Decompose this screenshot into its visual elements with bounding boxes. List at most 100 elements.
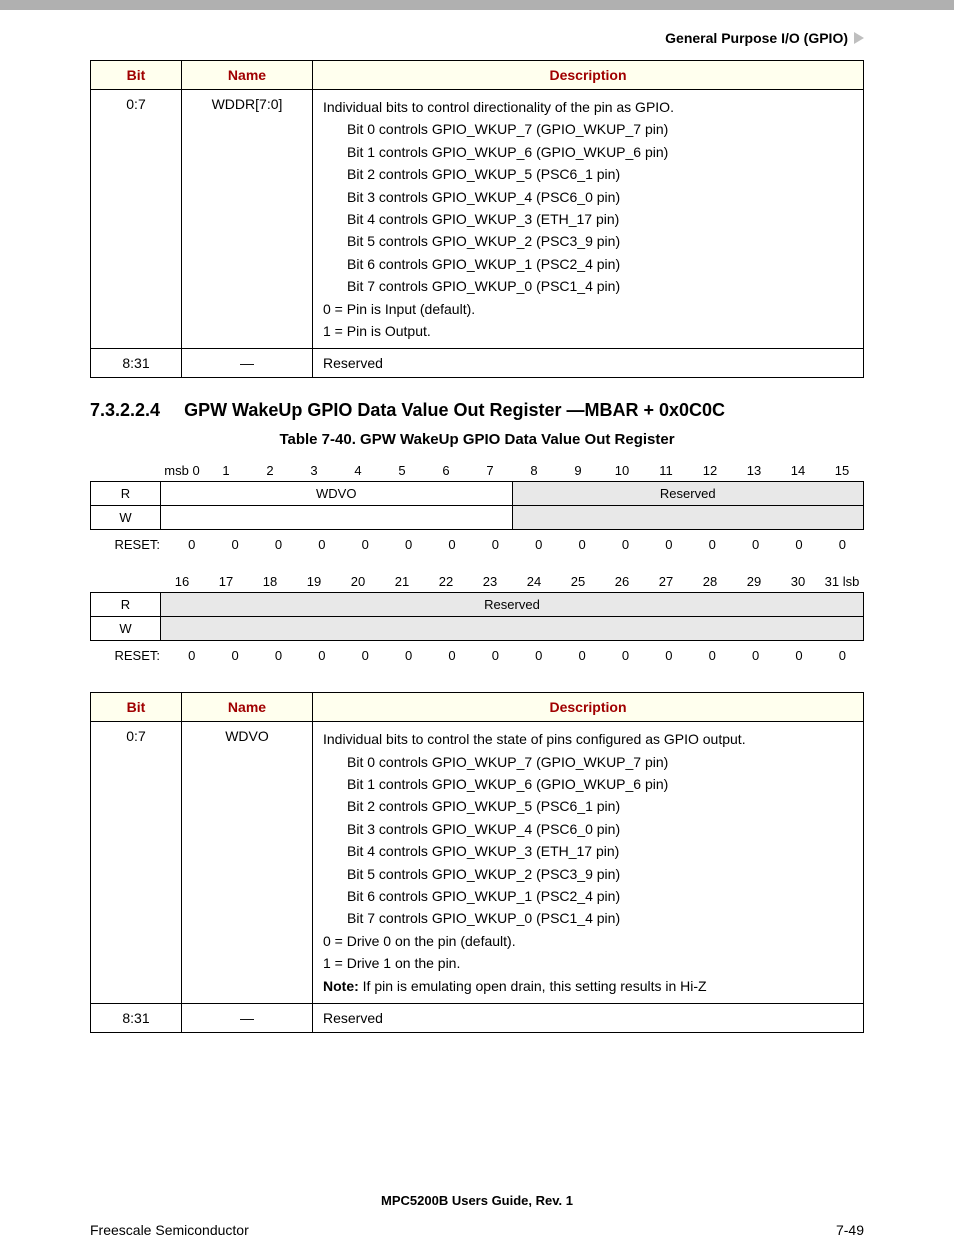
reset-value: 0 [474, 645, 517, 666]
reset-value: 0 [257, 645, 300, 666]
bit-number: 2 [248, 460, 292, 481]
reset-value: 0 [560, 645, 603, 666]
bit-line: Bit 6 controls GPIO_WKUP_1 (PSC2_4 pin) [347, 885, 853, 907]
field-description: Individual bits to control the state of … [313, 722, 864, 1004]
chapter-title: General Purpose I/O (GPIO) [665, 30, 848, 46]
col-bit: Bit [91, 693, 182, 722]
reset-value: 0 [517, 645, 560, 666]
reset-value: 0 [691, 645, 734, 666]
reset-value: 0 [344, 645, 387, 666]
bit-number-row-hi: msb 0123456789101112131415 [90, 460, 864, 481]
bit-number: 23 [468, 571, 512, 592]
bit-number: 28 [688, 571, 732, 592]
rw-box-hi: R W WDVOReserved [90, 481, 864, 530]
bit-number: 13 [732, 460, 776, 481]
bit-number: 10 [600, 460, 644, 481]
bit-number: 9 [556, 460, 600, 481]
note-label: Note: [323, 978, 359, 994]
reset-value: 0 [170, 645, 213, 666]
col-description: Description [313, 693, 864, 722]
reset-value: 0 [387, 645, 430, 666]
value-meaning: 0 = Pin is Input (default). [323, 298, 853, 320]
reset-value: 0 [734, 645, 777, 666]
top-accent-bar [0, 0, 954, 10]
bit-line: Bit 7 controls GPIO_WKUP_0 (PSC1_4 pin) [347, 275, 853, 297]
field-description: Reserved [313, 1003, 864, 1032]
bit-number: 30 [776, 571, 820, 592]
register-field: WDVO [161, 482, 512, 505]
bit-number: 8 [512, 460, 556, 481]
reset-value: 0 [821, 645, 864, 666]
bit-number: 19 [292, 571, 336, 592]
bit-line: Bit 0 controls GPIO_WKUP_7 (GPIO_WKUP_7 … [347, 118, 853, 140]
bit-line: Bit 5 controls GPIO_WKUP_2 (PSC3_9 pin) [347, 863, 853, 885]
reset-value: 0 [604, 645, 647, 666]
bit-number: 31 lsb [820, 571, 864, 592]
reserved-field: Reserved [161, 593, 863, 616]
table-caption: Table 7-40. GPW WakeUp GPIO Data Value O… [90, 431, 864, 448]
bit-number: 4 [336, 460, 380, 481]
field-name: — [182, 1003, 313, 1032]
reset-value: 0 [777, 534, 820, 555]
bit-line: Bit 7 controls GPIO_WKUP_0 (PSC1_4 pin) [347, 907, 853, 929]
reset-value: 0 [300, 534, 343, 555]
bit-line: Bit 3 controls GPIO_WKUP_4 (PSC6_0 pin) [347, 186, 853, 208]
bit-number: 27 [644, 571, 688, 592]
bit-number: 18 [248, 571, 292, 592]
field-description: Individual bits to control directionalit… [313, 90, 864, 349]
reset-row-hi: RESET: 0000000000000000 [90, 534, 864, 555]
reserved-field: Reserved [512, 482, 864, 505]
table-row: 8:31 — Reserved [91, 349, 864, 378]
field-name: — [182, 349, 313, 378]
bit-number: 25 [556, 571, 600, 592]
bit-number: 15 [820, 460, 864, 481]
bit-number: 29 [732, 571, 776, 592]
reset-value: 0 [344, 534, 387, 555]
bit-line: Bit 2 controls GPIO_WKUP_5 (PSC6_1 pin) [347, 163, 853, 185]
reset-value: 0 [430, 645, 473, 666]
bit-line: Bit 1 controls GPIO_WKUP_6 (GPIO_WKUP_6 … [347, 773, 853, 795]
reset-value: 0 [213, 534, 256, 555]
reserved-field [161, 617, 863, 640]
section-number: 7.3.2.2.4 [90, 400, 160, 420]
section-heading: 7.3.2.2.4 GPW WakeUp GPIO Data Value Out … [90, 400, 864, 421]
bit-number: 21 [380, 571, 424, 592]
table-row: 0:7 WDDR[7:0] Individual bits to control… [91, 90, 864, 349]
reset-value: 0 [474, 534, 517, 555]
field-description: Reserved [313, 349, 864, 378]
table-header-row: Bit Name Description [91, 61, 864, 90]
bit-range: 0:7 [91, 722, 182, 1004]
field-name: WDDR[7:0] [182, 90, 313, 349]
rw-read-label: R [90, 592, 160, 617]
value-meaning: 1 = Pin is Output. [323, 320, 853, 342]
col-description: Description [313, 61, 864, 90]
note-line: Note: If pin is emulating open drain, th… [323, 975, 853, 997]
col-name: Name [182, 693, 313, 722]
bit-line: Bit 0 controls GPIO_WKUP_7 (GPIO_WKUP_7 … [347, 751, 853, 773]
bit-number: 3 [292, 460, 336, 481]
bit-line: Bit 4 controls GPIO_WKUP_3 (ETH_17 pin) [347, 840, 853, 862]
footer-page-number: 7-49 [836, 1222, 864, 1238]
bit-number-row-lo: 16171819202122232425262728293031 lsb [90, 571, 864, 592]
reserved-field [512, 506, 864, 529]
bit-number: 5 [380, 460, 424, 481]
value-meaning: 0 = Drive 0 on the pin (default). [323, 930, 853, 952]
reset-value: 0 [213, 645, 256, 666]
register-layout: msb 0123456789101112131415 R W WDVOReser… [90, 460, 864, 666]
bit-line: Bit 6 controls GPIO_WKUP_1 (PSC2_4 pin) [347, 253, 853, 275]
reset-value: 0 [604, 534, 647, 555]
bit-number: 20 [336, 571, 380, 592]
desc-intro: Individual bits to control directionalit… [323, 96, 853, 118]
reset-label: RESET: [90, 537, 170, 552]
section-title: GPW WakeUp GPIO Data Value Out Register … [184, 400, 725, 420]
bit-range: 0:7 [91, 90, 182, 349]
bit-number: 16 [160, 571, 204, 592]
reset-value: 0 [257, 534, 300, 555]
reset-value: 0 [691, 534, 734, 555]
col-bit: Bit [91, 61, 182, 90]
field-name: WDVO [182, 722, 313, 1004]
bit-range: 8:31 [91, 1003, 182, 1032]
bit-number: 14 [776, 460, 820, 481]
note-text: If pin is emulating open drain, this set… [359, 978, 707, 994]
bit-number: 17 [204, 571, 248, 592]
